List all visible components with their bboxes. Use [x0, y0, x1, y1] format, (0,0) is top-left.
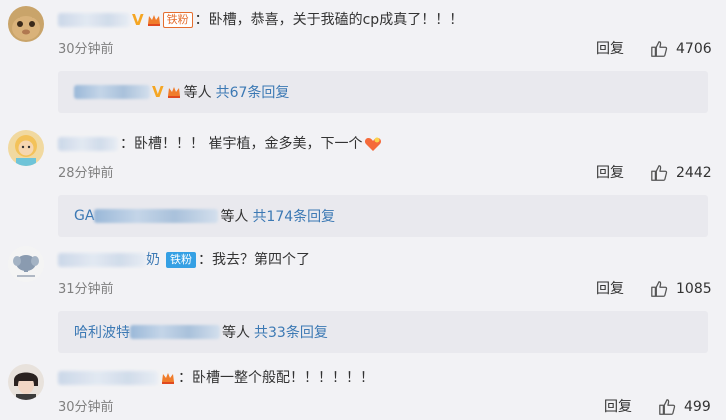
verified-v-icon: V [152, 83, 164, 101]
avatar-elephant[interactable] [8, 246, 44, 282]
fan-level-badge: 铁粉 [166, 252, 196, 268]
subreply-etc-label: 等人 [183, 85, 212, 101]
colon: ： [120, 136, 134, 152]
username-blurred[interactable] [58, 13, 130, 27]
subreply-username-visible[interactable]: 哈利波特 [74, 322, 130, 342]
like-count: 2442 [676, 165, 712, 181]
comment-time: 31分钟前 [58, 282, 114, 297]
like-count: 4706 [676, 41, 712, 57]
like-count: 499 [684, 399, 711, 415]
thumbs-up-icon [651, 281, 668, 297]
subreply-etc-label: 等人 [220, 209, 249, 225]
like-button[interactable]: 2442 [650, 163, 712, 183]
comment-line: V 铁粉 ： 卧槽，恭喜，关于我磕的cp成真了！！！ [58, 9, 463, 31]
fan-crown-icon [160, 370, 176, 386]
subreply-username-visible[interactable]: GA [74, 208, 94, 224]
fan-crown-icon [146, 12, 162, 28]
comment-text: 卧槽，恭喜，关于我磕的cp成真了！！！ [208, 12, 464, 28]
comment-text: 我去？第四个了 [212, 252, 310, 268]
like-count: 1085 [676, 281, 712, 297]
thumbs-up-icon [659, 399, 676, 415]
username-blurred[interactable] [58, 371, 158, 385]
subreply-username-blurred[interactable] [94, 209, 219, 223]
username-blurred[interactable] [58, 137, 118, 151]
username-visible-part[interactable]: 奶 [146, 249, 160, 271]
thumbs-up-icon [651, 41, 668, 57]
subreply-bar[interactable]: 哈利波特 等人 共33条回复 [58, 311, 708, 353]
like-button[interactable]: 4706 [650, 39, 712, 59]
reply-button[interactable]: 回复 [596, 40, 624, 58]
subreply-username-blurred[interactable] [130, 325, 220, 339]
subreply-total-link[interactable]: 共174条回复 [252, 206, 335, 226]
reply-button[interactable]: 回复 [604, 398, 632, 416]
comment-time: 28分钟前 [58, 166, 114, 181]
comment-time: 30分钟前 [58, 400, 114, 415]
subreply-username-blurred[interactable] [74, 85, 150, 99]
subreply-etc-label: 等人 [222, 325, 250, 341]
heart-gift-emoji-icon [364, 135, 382, 153]
comment-line: ： 卧槽一整个般配！！！！！！ [58, 367, 374, 389]
comment-line: ： 卧槽！！！ 崔宇植，金多美，下一个 [58, 133, 382, 155]
colon: ： [178, 370, 192, 386]
reply-button[interactable]: 回复 [596, 164, 624, 182]
avatar-photo[interactable] [8, 364, 44, 400]
like-button[interactable]: 1085 [650, 279, 712, 299]
subreply-total-link[interactable]: 共67条回复 [216, 82, 290, 102]
comment-line: 奶 铁粉 ： 我去？第四个了 [58, 249, 310, 271]
subreply-total-link[interactable]: 共33条回复 [254, 322, 328, 342]
colon: ： [198, 252, 212, 268]
avatar-cat[interactable] [8, 6, 44, 42]
subreply-bar[interactable]: GA 等人 共174条回复 [58, 195, 708, 237]
like-button[interactable]: 499 [658, 397, 711, 417]
comment-text: 卧槽！！！ 崔宇植，金多美，下一个 [134, 136, 363, 152]
avatar-cartoon[interactable] [8, 130, 44, 166]
fan-crown-icon [166, 84, 182, 100]
username-blurred[interactable] [58, 253, 146, 267]
fan-level-badge: 铁粉 [162, 12, 193, 28]
comment-time: 30分钟前 [58, 42, 114, 57]
subreply-bar[interactable]: V 等人 共67条回复 [58, 71, 708, 113]
thumbs-up-icon [651, 165, 668, 181]
comment-text: 卧槽一整个般配！！！！！！ [192, 370, 374, 386]
colon: ： [194, 12, 209, 28]
reply-button[interactable]: 回复 [596, 280, 624, 298]
verified-v-icon: V [132, 11, 144, 29]
